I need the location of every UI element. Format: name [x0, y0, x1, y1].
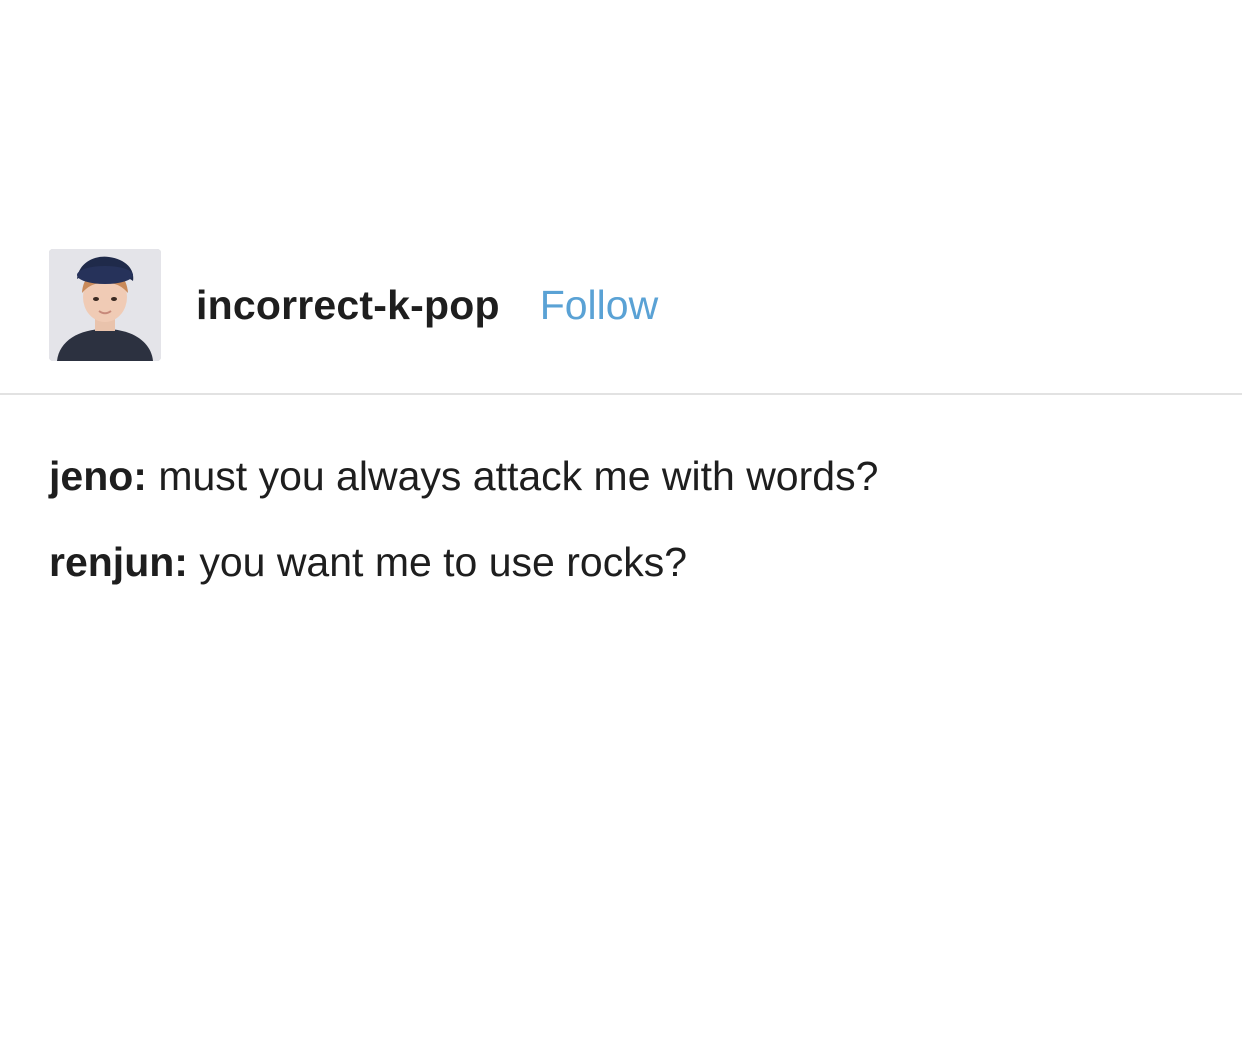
avatar[interactable]: [49, 249, 161, 361]
divider: [0, 393, 1242, 395]
username-link[interactable]: incorrect-k-pop: [196, 282, 500, 329]
post-header: incorrect-k-pop Follow: [49, 249, 658, 361]
speaker-label: renjun:: [49, 539, 188, 585]
speaker-label: jeno:: [49, 453, 147, 499]
profile-photo-icon: [49, 249, 161, 361]
dialogue-line: jeno: must you always attack me with wor…: [49, 452, 1199, 500]
post-body: jeno: must you always attack me with wor…: [49, 452, 1199, 624]
dialogue-text: must you always attack me with words?: [146, 453, 879, 499]
follow-button[interactable]: Follow: [540, 282, 658, 329]
dialogue-text: you want me to use rocks?: [187, 539, 688, 585]
dialogue-line: renjun: you want me to use rocks?: [49, 538, 1199, 586]
